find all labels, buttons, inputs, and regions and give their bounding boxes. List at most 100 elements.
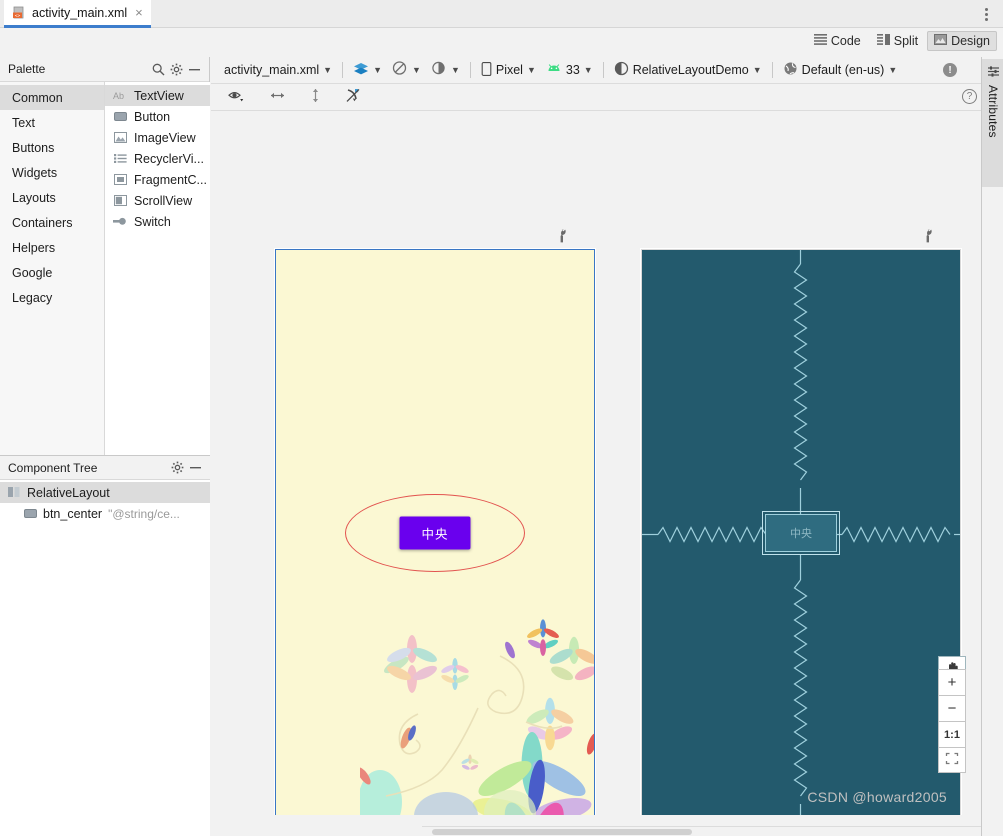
view-mode-design[interactable]: Design <box>927 31 997 51</box>
design-view-icon <box>934 34 948 48</box>
blueprint-toggle[interactable]: ▼ <box>387 59 426 81</box>
palette-item-button[interactable]: Button <box>105 106 210 127</box>
phone-icon <box>481 61 492 79</box>
palette-item-label: Button <box>134 109 171 124</box>
design-surface-selector[interactable]: ▼ <box>348 60 387 81</box>
help-icon[interactable]: ? <box>962 89 977 104</box>
search-icon[interactable] <box>149 60 167 78</box>
locale-selector[interactable]: Default (en-us) ▼ <box>778 59 903 81</box>
device-preview[interactable]: 中央 <box>275 249 595 815</box>
layers-icon <box>353 62 369 79</box>
button-btn-center[interactable]: 中央 <box>399 516 471 550</box>
palette-category-widgets[interactable]: Widgets <box>0 160 104 185</box>
palette-category-common[interactable]: Common <box>0 85 104 110</box>
zoom-to-fit-button[interactable] <box>938 747 966 773</box>
palette-category-label: Helpers <box>12 240 56 255</box>
design-canvas[interactable]: 中央 中央 + − 1:1 CSDN @howard2005 <box>211 111 975 815</box>
component-tree-header: Component Tree <box>0 455 210 480</box>
palette-item-label: ImageView <box>134 130 196 145</box>
day-night-icon <box>431 61 447 79</box>
palette-category-list: Common Text Buttons Widgets Layouts Cont… <box>0 82 105 455</box>
component-tree-node-relativelayout[interactable]: RelativeLayout <box>0 482 210 503</box>
api-level-selector[interactable]: 33 ▼ <box>541 61 598 79</box>
more-options-icon[interactable] <box>977 4 995 24</box>
minimize-icon[interactable] <box>185 60 203 78</box>
palette-item-imageview[interactable]: ImageView <box>105 127 210 148</box>
palette-item-scrollview[interactable]: ScrollView <box>105 190 210 211</box>
editor-tab-activity-main-xml[interactable]: <> activity_main.xml × <box>4 0 151 28</box>
divider <box>771 62 773 78</box>
palette-item-recyclerview[interactable]: RecyclerVi... <box>105 148 210 169</box>
palette-title: Palette <box>8 62 46 76</box>
wrench-icon[interactable] <box>555 229 569 243</box>
palette-category-label: Widgets <box>12 165 58 180</box>
view-mode-code[interactable]: Code <box>807 31 868 51</box>
theme-selector-label: RelativeLayoutDemo <box>632 63 749 77</box>
minimize-icon[interactable] <box>186 459 204 477</box>
palette-item-switch[interactable]: Switch <box>105 211 210 232</box>
blueprint-button-btn-center[interactable]: 中央 <box>762 511 840 555</box>
zoom-out-button[interactable]: − <box>938 695 966 721</box>
palette-item-list: Ab TextView Button ImageView RecyclerVi.… <box>105 82 210 455</box>
palette-category-helpers[interactable]: Helpers <box>0 235 104 260</box>
device-selector-label: Pixel <box>495 63 523 77</box>
chevron-down-icon: ▼ <box>888 65 898 75</box>
editor-tab-strip: <> activity_main.xml × <box>0 0 1003 28</box>
gear-icon[interactable] <box>167 60 185 78</box>
palette-category-buttons[interactable]: Buttons <box>0 135 104 160</box>
view-mode-design-label: Design <box>951 34 990 48</box>
visibility-toggle[interactable] <box>223 87 250 107</box>
component-tree-node-value: "@string/ce... <box>108 506 180 521</box>
chevron-down-icon: ▼ <box>583 65 593 75</box>
svg-text:<>: <> <box>15 14 21 19</box>
fragmentcontainer-icon <box>113 173 128 186</box>
attributes-tool-tab[interactable]: Attributes <box>982 59 1003 187</box>
palette-category-containers[interactable]: Containers <box>0 210 104 235</box>
recyclerview-icon <box>113 152 128 165</box>
warning-badge[interactable]: ! <box>943 63 957 77</box>
imageview-icon <box>113 131 128 144</box>
horizontal-arrows-icon <box>269 90 286 104</box>
palette-category-google[interactable]: Google <box>0 260 104 285</box>
wrench-icon[interactable] <box>921 229 935 243</box>
api-level-label: 33 <box>565 63 580 77</box>
component-tree-node-btn-center[interactable]: btn_center "@string/ce... <box>0 503 210 524</box>
theme-selector[interactable]: RelativeLayoutDemo ▼ <box>609 59 767 81</box>
palette-category-label: Buttons <box>12 140 55 155</box>
left-tool-column: Palette Common Text Buttons Widgets Layo… <box>0 57 210 836</box>
palette-category-layouts[interactable]: Layouts <box>0 185 104 210</box>
gear-icon[interactable] <box>168 459 186 477</box>
chevron-down-icon: ▼ <box>412 65 421 75</box>
palette-category-text[interactable]: Text <box>0 110 104 135</box>
sliders-icon <box>987 65 1000 81</box>
clear-constraints-icon <box>345 88 362 106</box>
horizontal-guides-toggle[interactable] <box>264 88 291 106</box>
locale-selector-label: Default (en-us) <box>801 63 885 77</box>
vertical-arrows-icon <box>310 87 321 107</box>
device-selector[interactable]: Pixel ▼ <box>476 60 541 81</box>
divider <box>342 62 344 78</box>
palette-item-label: TextView <box>134 88 184 103</box>
close-icon[interactable]: × <box>133 6 143 19</box>
file-selector[interactable]: activity_main.xml ▼ <box>219 61 337 79</box>
palette-category-label: Text <box>12 115 35 130</box>
chevron-down-icon: ▼ <box>323 65 333 75</box>
view-mode-split[interactable]: Split <box>870 31 925 51</box>
actual-size-button[interactable]: 1:1 <box>938 721 966 747</box>
palette-item-label: Switch <box>134 214 171 229</box>
floral-background-artwork <box>360 619 594 815</box>
palette-item-fragmentcontainer[interactable]: FragmentC... <box>105 169 210 190</box>
vertical-guides-toggle[interactable] <box>305 85 326 109</box>
horizontal-scrollbar[interactable] <box>422 826 981 836</box>
palette-category-legacy[interactable]: Legacy <box>0 285 104 310</box>
palette-body: Common Text Buttons Widgets Layouts Cont… <box>0 82 210 455</box>
attributes-tool-tab-label: Attributes <box>986 85 1000 138</box>
blueprint-preview[interactable]: 中央 <box>641 249 961 815</box>
view-mode-split-label: Split <box>893 34 919 48</box>
zoom-in-button[interactable]: + <box>938 669 966 695</box>
day-night-selector[interactable]: ▼ <box>426 59 465 81</box>
svg-text:Ab: Ab <box>113 91 124 101</box>
palette-item-textview[interactable]: Ab TextView <box>105 85 210 106</box>
zoom-controls: + − 1:1 <box>938 669 966 773</box>
clear-constraints-button[interactable] <box>340 86 367 108</box>
